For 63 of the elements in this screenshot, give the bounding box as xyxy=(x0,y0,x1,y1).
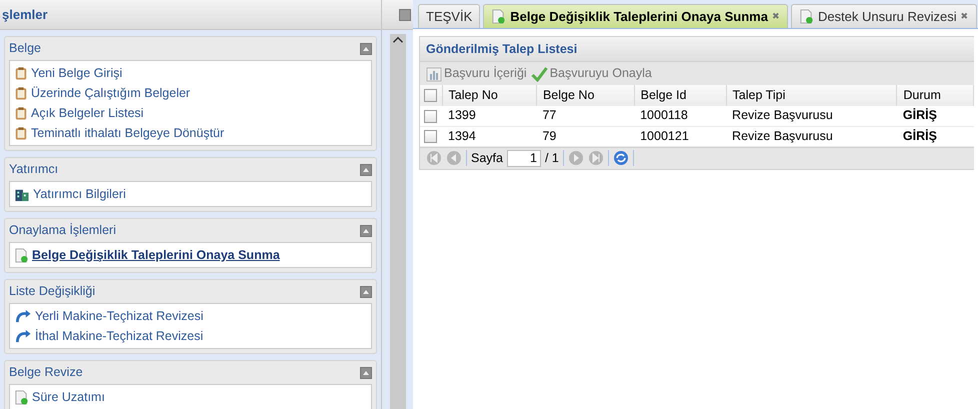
menu-link[interactable]: İthal Makine-Teçhizat Revizesi xyxy=(35,326,204,346)
page-label: Sayfa xyxy=(471,150,503,167)
tab[interactable]: Destek Unsuru Revizesi ✖ xyxy=(790,4,977,28)
document-icon xyxy=(798,9,814,24)
column-header[interactable]: Belge No xyxy=(536,85,634,106)
clipboard-icon xyxy=(14,106,28,120)
section-title[interactable]: Yatırımcı xyxy=(9,160,58,179)
collapse-toggle-icon[interactable] xyxy=(360,164,372,176)
close-icon[interactable]: ✖ xyxy=(960,10,969,24)
document-icon xyxy=(14,248,29,262)
column-header[interactable]: Belge Id xyxy=(634,85,726,106)
curved-arrow-icon xyxy=(14,328,32,344)
table-cell: 1000121 xyxy=(634,126,726,146)
panel-title: Gönderilmiş Talep Listesi xyxy=(420,37,974,61)
refresh-icon xyxy=(612,150,629,166)
menu-link[interactable]: Üzerinde Çalıştığım Belgeler xyxy=(31,84,190,102)
column-header[interactable]: Durum xyxy=(896,85,974,106)
section-title[interactable]: Belge xyxy=(9,39,41,58)
tab[interactable]: TEŞVİK xyxy=(418,4,480,28)
row-checkbox[interactable] xyxy=(424,130,437,143)
select-all-checkbox[interactable] xyxy=(424,89,437,102)
page-input[interactable]: 1 xyxy=(506,150,541,166)
next-page-icon xyxy=(568,150,584,166)
column-header[interactable]: Talep No xyxy=(442,85,536,106)
table-cell: 1394 xyxy=(442,126,536,146)
panel-title: şlemler xyxy=(0,0,381,30)
section-title[interactable]: Liste Değişikliği xyxy=(9,282,96,301)
chart-icon xyxy=(426,66,442,82)
collapse-button[interactable] xyxy=(399,8,411,20)
clipboard-icon xyxy=(14,86,28,100)
menu-link[interactable]: Yerli Makine-Teçhizat Revizesi xyxy=(35,306,204,326)
table-cell: 1000118 xyxy=(634,106,726,126)
menu-link[interactable]: Süre Uzatımı xyxy=(32,388,105,406)
collapse-toggle-icon[interactable] xyxy=(360,224,372,236)
page-total: / 1 xyxy=(544,150,559,167)
table-cell: Revize Başvurusu xyxy=(726,106,897,126)
table-cell: 77 xyxy=(536,106,634,126)
table-cell: 79 xyxy=(536,126,634,146)
collapse-toggle-icon[interactable] xyxy=(360,366,372,378)
curved-arrow-icon xyxy=(14,308,32,324)
last-page-icon xyxy=(588,150,604,166)
table-cell: Revize Başvurusu xyxy=(726,126,897,146)
menu-link[interactable]: Açık Belgeler Listesi xyxy=(31,104,144,122)
row-checkbox[interactable] xyxy=(424,110,437,123)
clipboard-icon xyxy=(14,66,28,80)
table-cell: 1399 xyxy=(442,106,536,126)
document-icon xyxy=(14,390,29,404)
previous-page-icon xyxy=(446,150,462,166)
section-title[interactable]: Onaylama İşlemleri xyxy=(9,221,116,240)
table-cell: GİRİŞ xyxy=(896,126,974,146)
collapse-toggle-icon[interactable] xyxy=(360,286,372,298)
first-page-icon xyxy=(426,150,442,166)
section-title[interactable]: Belge Revize xyxy=(9,363,83,382)
menu-link[interactable]: Teminatlı ithalatı Belgeye Dönüştür xyxy=(31,124,224,142)
tab[interactable]: Belge Değişiklik Taleplerini Onaya Sunma ✖ xyxy=(483,4,788,28)
table-cell: GİRİŞ xyxy=(896,106,974,126)
column-header[interactable]: Talep Tipi xyxy=(726,85,897,106)
menu-link[interactable]: Yatırımcı Bilgileri xyxy=(33,184,126,204)
check-icon xyxy=(530,66,548,82)
collapse-toggle-icon[interactable] xyxy=(360,42,372,54)
clipboard-icon xyxy=(14,126,28,140)
document-icon xyxy=(491,9,506,24)
menu-link[interactable]: Yeni Belge Girişi xyxy=(31,64,122,82)
